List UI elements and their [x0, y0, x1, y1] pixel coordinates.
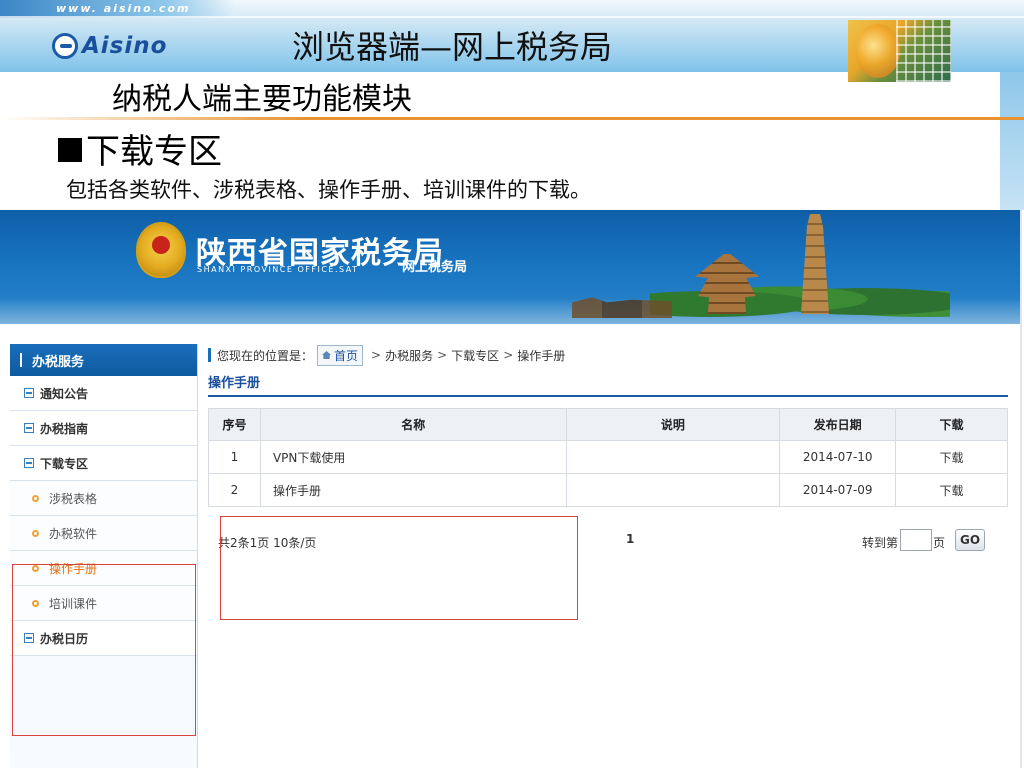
breadcrumb-separator: > [371, 348, 382, 362]
cell-index: 2 [208, 473, 261, 507]
download-link[interactable]: 下载 [895, 440, 1008, 474]
cell-description [565, 473, 781, 507]
slide-subtitle: 纳税人端主要功能模块 [112, 82, 412, 117]
pagination-goto-label: 转到第 [862, 536, 899, 550]
collapse-icon [24, 458, 34, 468]
page-title: 操作手册 [208, 372, 1008, 397]
sidebar-item-label: 下载专区 [40, 456, 89, 471]
section-title: 下载专区 [58, 124, 222, 173]
keyboard-image [896, 20, 951, 82]
site-name-en: SHANXI PROVINCE OFFICE.SAT [197, 265, 359, 274]
aisino-logo-text: Aisino [82, 33, 168, 59]
page-body: 办税服务 通知公告 办税指南 下载专区 涉税表格 办税软件 操作手册 培训课件 … [0, 324, 1020, 768]
slide-description: 包括各类软件、涉税表格、操作手册、培训课件的下载。 [66, 178, 591, 202]
column-header-index: 序号 [208, 408, 261, 441]
cell-index: 1 [208, 440, 261, 474]
sidebar-item-software[interactable]: 办税软件 [10, 516, 197, 551]
cell-date: 2014-07-09 [779, 473, 897, 507]
table-header-row: 序号 名称 说明 发布日期 下载 [208, 408, 1008, 441]
bullet-icon [32, 494, 39, 502]
sidebar-header[interactable]: 办税服务 [10, 344, 197, 376]
breadcrumb-separator: > [437, 348, 448, 362]
highlight-box-table [220, 516, 578, 620]
side-rule [1000, 72, 1024, 210]
go-button[interactable]: GO [955, 529, 985, 551]
breadcrumb-prefix: 您现在的位置是： [217, 348, 314, 363]
manuals-table: 序号 名称 说明 发布日期 下载 1 VPN下载使用 2014-07-10 下载 [208, 408, 1008, 507]
square-bullet-icon [58, 137, 82, 162]
main-content: 您现在的位置是： 首页 > 办税服务 > 下载专区 > 操作手册 操作手册 序号… [208, 344, 1008, 551]
home-icon [322, 351, 332, 359]
sidebar-item-tax-forms[interactable]: 涉税表格 [10, 481, 197, 516]
aisino-logo: Aisino [52, 30, 167, 62]
slide-title: 浏览器端—网上税务局 [292, 28, 613, 66]
breadcrumb-item: 操作手册 [517, 348, 566, 363]
breadcrumb-marker [208, 348, 211, 362]
cell-name: 操作手册 [259, 473, 567, 507]
column-header-download: 下载 [895, 408, 1008, 441]
orange-rule [0, 117, 1024, 120]
cell-date: 2014-07-10 [779, 440, 897, 474]
pagination-page-label: 页 [933, 536, 946, 550]
header-photo [848, 20, 951, 82]
sidebar-item-label: 办税指南 [40, 421, 89, 436]
page-number-input[interactable] [900, 529, 932, 551]
sidebar-item-notices[interactable]: 通知公告 [10, 376, 197, 411]
aisino-logo-icon [52, 33, 78, 59]
highlight-box-sidebar [12, 564, 196, 736]
breadcrumb-item[interactable]: 办税服务 [385, 347, 433, 364]
section-title-text: 下载专区 [86, 132, 222, 172]
globe-image [856, 24, 900, 78]
trees-illustration [650, 274, 950, 324]
sidebar-header-label: 办税服务 [32, 354, 85, 370]
header-rule [0, 16, 1024, 18]
pagination-current-page[interactable]: 1 [626, 532, 634, 546]
sidebar-item-label: 办税软件 [49, 526, 98, 541]
bullet-icon [32, 529, 39, 537]
cell-description [565, 440, 781, 474]
url-text: www. aisino.com [56, 2, 191, 15]
site-banner: 陕西省国家税务局 SHANXI PROVINCE OFFICE.SAT 网上税务… [0, 210, 1020, 324]
column-header-name: 名称 [259, 408, 567, 441]
sidebar-item-label: 通知公告 [40, 386, 89, 401]
sidebar-item-guide[interactable]: 办税指南 [10, 411, 197, 446]
sidebar-item-downloads[interactable]: 下载专区 [10, 446, 197, 481]
sidebar-item-label: 涉税表格 [49, 491, 98, 506]
column-header-description: 说明 [565, 408, 781, 441]
table-row: 1 VPN下载使用 2014-07-10 下载 [208, 440, 1008, 474]
column-header-date: 发布日期 [779, 408, 897, 441]
breadcrumb-home-label: 首页 [334, 348, 359, 363]
slide-header: www. aisino.com Aisino 浏览器端—网上税务局 [0, 0, 1024, 82]
embedded-screenshot: 陕西省国家税务局 SHANXI PROVINCE OFFICE.SAT 网上税务… [0, 210, 1022, 768]
site-subtitle: 网上税务局 [402, 260, 468, 275]
tax-emblem-icon [136, 222, 186, 278]
breadcrumb-item[interactable]: 下载专区 [451, 347, 499, 364]
breadcrumb-home-link[interactable]: 首页 [317, 344, 364, 366]
collapse-icon [24, 388, 34, 398]
breadcrumb: 您现在的位置是： 首页 > 办税服务 > 下载专区 > 操作手册 [208, 344, 1008, 366]
breadcrumb-separator: > [503, 348, 514, 362]
table-row: 2 操作手册 2014-07-09 下载 [208, 473, 1008, 507]
download-link[interactable]: 下载 [895, 473, 1008, 507]
cell-name: VPN下载使用 [259, 440, 567, 474]
collapse-icon [24, 423, 34, 433]
